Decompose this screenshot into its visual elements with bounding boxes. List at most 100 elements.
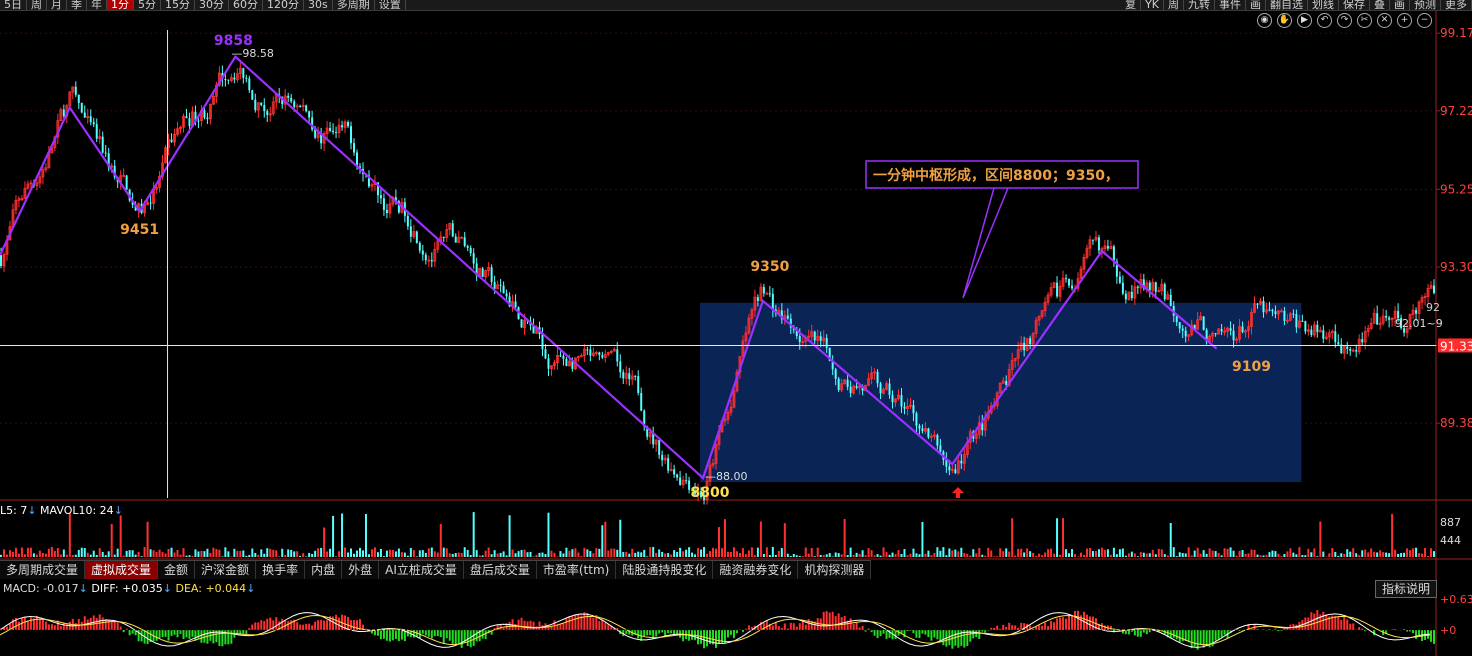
scissors-icon[interactable]: ✂ <box>1357 13 1372 28</box>
zoom-out-icon[interactable]: − <box>1417 13 1432 28</box>
candle-body <box>1346 346 1349 350</box>
indicator-tab-2[interactable]: 金额 <box>158 561 196 579</box>
indicator-tab-7[interactable]: AI立桩成交量 <box>379 561 464 579</box>
tool-tab-3[interactable]: 九转 <box>1184 0 1215 10</box>
volume-bar <box>613 548 616 557</box>
indicator-tab-12[interactable]: 机构探测器 <box>798 561 872 579</box>
indicator-explain-button[interactable]: 指标说明 <box>1375 580 1437 598</box>
volume-bar <box>251 548 254 557</box>
candle-body <box>1124 293 1127 300</box>
tool-tab-11[interactable]: 预测 <box>1410 0 1441 10</box>
volume-bar <box>921 521 924 557</box>
period-tab-8[interactable]: 30分 <box>195 0 229 10</box>
right-price-label: 92 <box>1426 301 1440 314</box>
volume-bar <box>622 552 625 557</box>
volume-bar <box>1029 551 1032 557</box>
period-tab-2[interactable]: 月 <box>47 0 67 10</box>
volume-bar <box>723 519 726 557</box>
volume-bar <box>840 554 843 557</box>
period-tab-9[interactable]: 60分 <box>229 0 263 10</box>
volume-bar <box>400 552 403 557</box>
volume-bar <box>1220 555 1223 557</box>
candle-body <box>1241 326 1244 332</box>
candle-body <box>837 378 840 391</box>
redo-icon[interactable]: ↷ <box>1337 13 1352 28</box>
volume-bar <box>185 555 188 557</box>
zoom-in-icon[interactable]: + <box>1397 13 1412 28</box>
indicator-tab-8[interactable]: 盘后成交量 <box>464 561 537 579</box>
candle-body <box>667 458 670 471</box>
period-tab-5[interactable]: 1分 <box>107 0 134 10</box>
indicator-tab-9[interactable]: 市盈率(ttm) <box>537 561 617 579</box>
period-tab-13[interactable]: 设置 <box>375 0 406 10</box>
candle-body <box>520 319 523 328</box>
volume-bar <box>804 547 807 557</box>
candle-body <box>514 301 517 308</box>
period-tab-1[interactable]: 周 <box>27 0 47 10</box>
volume-bar <box>311 553 314 557</box>
close-icon[interactable]: ✕ <box>1377 13 1392 28</box>
period-tab-0[interactable]: 5日 <box>0 0 27 10</box>
tool-tab-8[interactable]: 保存 <box>1339 0 1370 10</box>
tool-tab-2[interactable]: 周 <box>1164 0 1184 10</box>
chart-canvas[interactable]: 99.1797.2295.2593.3091.3389.3892 9858—98… <box>0 0 1472 656</box>
tool-tab-6[interactable]: 翻自选 <box>1266 0 1308 10</box>
volume-bar <box>1322 551 1325 557</box>
indicator-tab-5[interactable]: 内盘 <box>305 561 343 579</box>
period-tab-3[interactable]: 季 <box>67 0 87 10</box>
volume-bar <box>200 550 203 557</box>
volume-bar <box>317 548 320 557</box>
eye-icon[interactable]: ◉ <box>1257 13 1272 28</box>
volume-bar <box>1106 549 1109 557</box>
hand-icon[interactable]: ✋ <box>1277 13 1292 28</box>
volume-bar <box>1238 550 1241 557</box>
period-tab-4[interactable]: 年 <box>87 0 107 10</box>
tool-tab-10[interactable]: 画 <box>1390 0 1410 10</box>
period-tab-6[interactable]: 5分 <box>134 0 161 10</box>
volume-bar <box>559 551 562 557</box>
volume-bar <box>451 553 454 557</box>
candle-body <box>329 128 332 131</box>
volume-bar <box>1268 552 1271 557</box>
candle-body <box>1415 310 1418 314</box>
volume-bar <box>370 549 373 557</box>
indicator-tab-10[interactable]: 陆股通持股变化 <box>616 561 714 579</box>
volume-bar <box>481 555 484 557</box>
low-label-8800: 8800 <box>691 485 730 501</box>
period-tab-11[interactable]: 30s <box>304 0 333 10</box>
volume-bar <box>1394 549 1397 557</box>
macd-axis-zero: +0 <box>1440 624 1456 637</box>
volume-bar <box>700 549 703 557</box>
tool-tab-9[interactable]: 叠 <box>1370 0 1390 10</box>
period-tab-7[interactable]: 15分 <box>161 0 195 10</box>
tool-tab-1[interactable]: YK <box>1141 0 1164 10</box>
volume-bar <box>1400 552 1403 557</box>
period-tab-10[interactable]: 120分 <box>263 0 304 10</box>
indicator-tab-4[interactable]: 换手率 <box>256 561 306 579</box>
volume-bar <box>984 555 987 557</box>
indicator-tabs: 多周期成交量 虚拟成交量 金额 沪深金额 换手率 内盘 外盘 AI立桩成交量 盘后成交量 市盈率(… <box>0 560 872 579</box>
play-icon[interactable]: ▶ <box>1297 13 1312 28</box>
volume-bar <box>487 547 490 557</box>
tool-tab-7[interactable]: 划线 <box>1308 0 1339 10</box>
tool-tab-5[interactable]: 画 <box>1246 0 1266 10</box>
volume-bar <box>218 549 221 557</box>
tool-tab-0[interactable]: 复 <box>1121 0 1142 10</box>
volume-bar <box>1337 555 1340 557</box>
indicator-tab-0[interactable]: 多周期成交量 <box>0 561 86 579</box>
candle-body <box>819 336 822 341</box>
period-tab-12[interactable]: 多周期 <box>333 0 375 10</box>
indicator-tab-3[interactable]: 沪深金额 <box>195 561 257 579</box>
indicator-tab-6[interactable]: 外盘 <box>342 561 380 579</box>
volume-bar <box>197 551 200 557</box>
tool-tab-4[interactable]: 事件 <box>1215 0 1246 10</box>
volume-bar <box>128 550 131 557</box>
indicator-tab-1[interactable]: 虚拟成交量 <box>85 561 159 579</box>
undo-icon[interactable]: ↶ <box>1317 13 1332 28</box>
indicator-tab-11[interactable]: 融资融券变化 <box>713 561 799 579</box>
volume-bar <box>131 550 134 557</box>
volume-bar <box>876 554 879 557</box>
volume-bar <box>472 512 475 557</box>
tool-tab-12[interactable]: 更多 <box>1441 0 1472 10</box>
volume-bar <box>1343 553 1346 557</box>
